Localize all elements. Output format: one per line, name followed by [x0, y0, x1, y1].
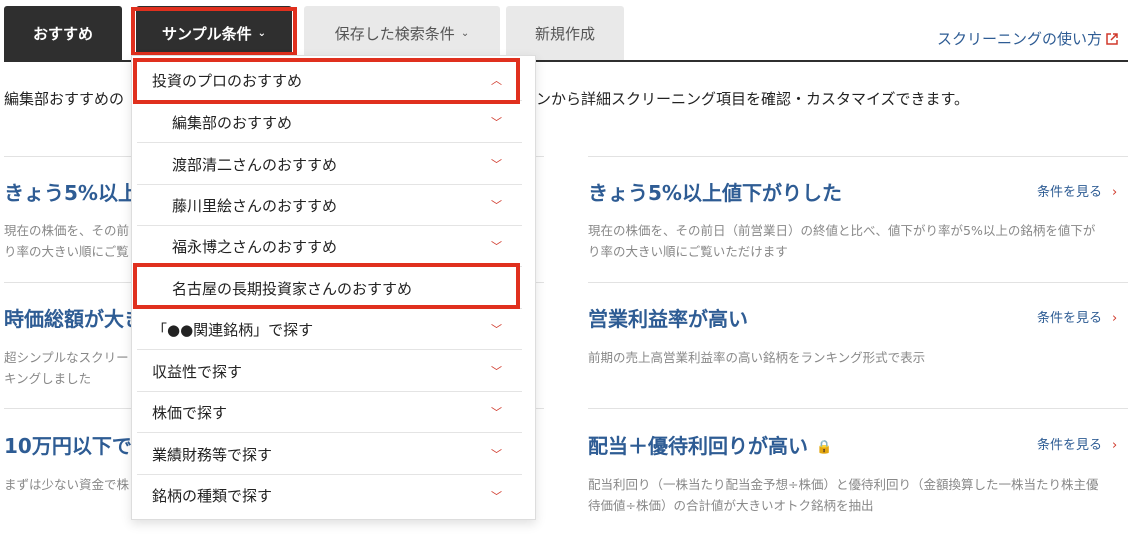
card-title[interactable]: 時価総額が大き	[4, 303, 144, 332]
chevron-down-icon: ﹀	[491, 406, 502, 419]
chevron-down-icon: ﹀	[491, 323, 502, 336]
divider	[588, 282, 1128, 283]
chevron-down-icon: ⌄	[257, 27, 266, 39]
card-desc: 配当利回り（一株当たり配当金予想÷株価）と優待利回り（金額換算した一株当たり株主…	[588, 477, 1099, 492]
menu-item-profitability[interactable]: 収益性で探す ﹀	[137, 351, 522, 392]
menu-item-label: 投資のプロのおすすめ	[152, 71, 303, 90]
card-desc: 超シンプルなスクリー	[4, 350, 129, 365]
tab-recommended-label: おすすめ	[32, 24, 93, 43]
view-conditions-link[interactable]: 条件を見る ›	[1037, 307, 1117, 326]
tab-new-label: 新規作成	[534, 24, 595, 43]
card-desc: 現在の株価を、その前日（前営業日）の終値と比べ、値下がり率が5%以上の銘柄を値下…	[588, 223, 1096, 238]
chevron-down-icon: ﹀	[491, 158, 502, 171]
chevron-down-icon: ⌄	[460, 27, 470, 39]
menu-item-stock-price[interactable]: 株価で探す ﹀	[137, 392, 522, 433]
menu-item-label: 藤川里絵さんのおすすめ	[172, 196, 338, 215]
card-desc: り率の大きい順にご覧	[4, 244, 129, 259]
menu-item-related-stocks[interactable]: 「●●関連銘柄」で探す ﹀	[137, 309, 522, 350]
card-desc: 現在の株価を、その前	[4, 223, 130, 238]
menu-item-editorial[interactable]: 編集部のおすすめ ﹀	[137, 102, 522, 143]
menu-item-label: 編集部のおすすめ	[172, 113, 293, 132]
card-desc: 待価値÷株価）の合計値が大きいオトク銘柄を抽出	[588, 498, 874, 513]
card-title-text: 配当＋優待利回りが高い	[588, 434, 808, 458]
view-conditions-label: 条件を見る	[1037, 438, 1103, 453]
tab-new[interactable]: 新規作成	[506, 6, 624, 60]
lock-icon: 🔒	[816, 440, 833, 455]
tab-sample-conditions[interactable]: サンプル条件 ⌄	[136, 6, 292, 60]
menu-item-label: 名古屋の長期投資家さんのおすすめ	[172, 279, 413, 298]
tab-saved-conditions[interactable]: 保存した検索条件 ⌄	[304, 6, 500, 60]
intro-text-right: ンから詳細スクリーニング項目を確認・カスタマイズできます。	[536, 90, 970, 108]
chevron-up-icon: ︿	[491, 74, 502, 87]
card-title[interactable]: 配当＋優待利回りが高い 🔒	[588, 430, 832, 459]
card-desc: 前期の売上高営業利益率の高い銘柄をランキング形式で表示	[588, 350, 926, 365]
tab-sample-label: サンプル条件	[162, 24, 252, 43]
menu-item-stock-type[interactable]: 銘柄の種類で探す ﹀	[137, 475, 522, 516]
card-desc: キングしました	[4, 371, 92, 386]
menu-item-fujikawa[interactable]: 藤川里絵さんのおすすめ ﹀	[137, 185, 522, 226]
divider	[588, 408, 1128, 409]
menu-item-label: 業績財務等で探す	[152, 445, 273, 464]
card-title[interactable]: 営業利益率が高い	[588, 303, 748, 332]
view-conditions-label: 条件を見る	[1037, 185, 1103, 200]
tab-recommended[interactable]: おすすめ	[4, 6, 122, 60]
chevron-down-icon: ﹀	[491, 116, 502, 129]
card-title[interactable]: 10万円以下で	[4, 430, 132, 459]
sample-conditions-dropdown: 投資のプロのおすすめ ︿ 編集部のおすすめ ﹀ 渡部清二さんのおすすめ ﹀ 藤川…	[131, 55, 536, 520]
howto-label: スクリーニングの使い方	[936, 30, 1102, 48]
chevron-right-icon: ›	[1112, 185, 1118, 200]
menu-item-financials[interactable]: 業績財務等で探す ﹀	[137, 434, 522, 475]
chevron-down-icon: ﹀	[491, 199, 502, 212]
menu-item-label: 福永博之さんのおすすめ	[172, 237, 338, 256]
menu-item-watanabe[interactable]: 渡部清二さんのおすすめ ﹀	[137, 144, 522, 185]
menu-item-label: 株価で探す	[152, 403, 228, 422]
intro-text-left: 編集部おすすめの	[4, 90, 125, 108]
menu-item-pro-recommended[interactable]: 投資のプロのおすすめ ︿	[137, 60, 522, 101]
view-conditions-label: 条件を見る	[1037, 311, 1103, 326]
tab-saved-label: 保存した検索条件	[334, 24, 455, 43]
chevron-right-icon: ›	[1112, 311, 1118, 326]
divider	[588, 156, 1128, 157]
menu-item-nagoya-investor[interactable]: 名古屋の長期投資家さんのおすすめ	[137, 268, 522, 309]
chevron-down-icon: ﹀	[491, 448, 502, 461]
card-title[interactable]: きょう5%以上値下がりした	[588, 177, 842, 206]
view-conditions-link[interactable]: 条件を見る ›	[1037, 434, 1117, 453]
chevron-right-icon: ›	[1112, 438, 1118, 453]
menu-item-label: 渡部清二さんのおすすめ	[172, 155, 338, 174]
card-title[interactable]: きょう5%以上	[4, 177, 138, 206]
screening-howto-link[interactable]: スクリーニングの使い方	[937, 28, 1118, 49]
tab-bar: おすすめ サンプル条件 ⌄ 保存した検索条件 ⌄ 新規作成 スクリーニングの使い…	[4, 6, 1128, 60]
menu-item-label: 銘柄の種類で探す	[152, 487, 273, 505]
chevron-down-icon: ﹀	[491, 240, 502, 253]
chevron-down-icon: ﹀	[491, 365, 502, 378]
menu-item-label: 「●●関連銘柄」で探す	[152, 320, 314, 339]
view-conditions-link[interactable]: 条件を見る ›	[1037, 181, 1117, 200]
menu-item-fukunaga[interactable]: 福永博之さんのおすすめ ﹀	[137, 226, 522, 267]
card-desc: まずは少ない資金で株	[4, 477, 130, 492]
menu-item-label: 収益性で探す	[152, 362, 243, 381]
card-desc: り率の大きい順にご覧いただけます	[588, 244, 788, 259]
chevron-down-icon: ﹀	[491, 489, 502, 503]
external-link-icon	[1106, 32, 1118, 45]
